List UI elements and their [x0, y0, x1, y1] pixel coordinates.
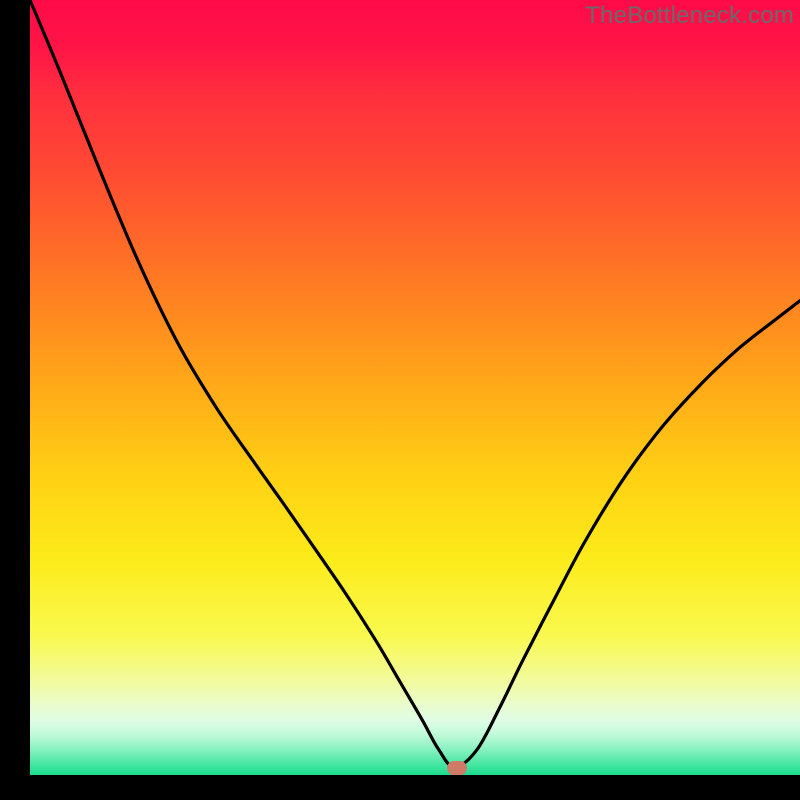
chart-frame: TheBottleneck.com — [0, 0, 800, 800]
optimal-point-marker — [447, 761, 467, 775]
plot-area: TheBottleneck.com — [30, 0, 800, 775]
bottleneck-curve — [30, 0, 800, 775]
